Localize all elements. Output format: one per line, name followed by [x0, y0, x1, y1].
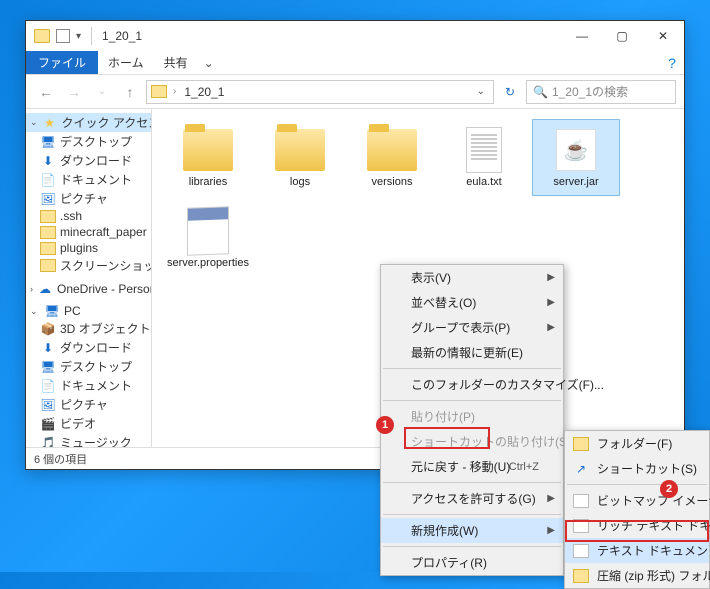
sub-rtf[interactable]: リッチ テキスト ドキュ	[565, 513, 709, 538]
ctx-paste: 貼り付け(P)	[381, 404, 563, 429]
notepad-icon	[187, 206, 229, 255]
separator	[567, 484, 707, 485]
search-icon: 🔍	[533, 85, 548, 99]
sidebar-3d[interactable]: 📦3D オブジェクト	[26, 319, 151, 338]
jar-icon: ☕	[556, 129, 596, 171]
ctx-new[interactable]: 新規作成(W)▶	[381, 518, 563, 543]
folder-icon	[275, 129, 325, 171]
sidebar-downloads2[interactable]: ⬇ダウンロード	[26, 338, 151, 357]
search-field[interactable]: 🔍 1_20_1の検索	[526, 80, 676, 104]
ctx-customize[interactable]: このフォルダーのカスタマイズ(F)...	[381, 372, 563, 397]
titlebar-chevron[interactable]: ▾	[76, 31, 81, 42]
breadcrumb-sep: ›	[171, 86, 178, 97]
sidebar: ⌄★クイック アクセス 🖥デスクトップ ⬇ダウンロード 📄ドキュメント 🖼ピクチ…	[26, 109, 152, 447]
sub-shortcut[interactable]: ↗ショートカット(S)	[565, 456, 709, 481]
nav-up[interactable]: ↑	[118, 80, 142, 104]
ctx-props[interactable]: プロパティ(R)	[381, 550, 563, 575]
titlebar: ▾ 1_20_1 — ▢ ✕	[26, 21, 684, 51]
file-item-serverjar[interactable]: ☕server.jar	[532, 119, 620, 196]
context-menu: 表示(V)▶ 並べ替え(O)▶ グループで表示(P)▶ 最新の情報に更新(E) …	[380, 264, 564, 576]
help-icon[interactable]: ?	[660, 51, 684, 74]
sub-txt[interactable]: テキスト ドキュメント	[565, 538, 709, 563]
sidebar-ssh[interactable]: .ssh	[26, 208, 151, 224]
address-dropdown[interactable]: ⌄	[473, 86, 489, 97]
separator	[383, 514, 561, 515]
folder-icon	[151, 85, 167, 98]
new-submenu: フォルダー(F) ↗ショートカット(S) ビットマップ イメージ リッチ テキス…	[564, 430, 710, 589]
sub-zip[interactable]: 圧縮 (zip 形式) フォルダー	[565, 563, 709, 588]
menubar: ファイル ホーム 共有 ⌄ ?	[26, 51, 684, 75]
close-button[interactable]: ✕	[642, 21, 684, 51]
folder-icon	[367, 129, 417, 171]
separator	[383, 400, 561, 401]
minimize-button[interactable]: —	[562, 21, 602, 51]
sidebar-documents[interactable]: 📄ドキュメント	[26, 170, 151, 189]
item-count: 6 個の項目	[34, 451, 87, 467]
window-icon	[34, 29, 50, 43]
nav-recent[interactable]: ⌄	[90, 80, 114, 104]
home-tab[interactable]: ホーム	[98, 51, 154, 74]
breadcrumb-current[interactable]: 1_20_1	[182, 85, 226, 99]
ctx-sort[interactable]: 並べ替え(O)▶	[381, 290, 563, 315]
sidebar-mc-paper[interactable]: minecraft_paper	[26, 224, 151, 240]
sidebar-video[interactable]: 🎬ビデオ	[26, 414, 151, 433]
file-item-serverprop[interactable]: server.properties	[164, 200, 252, 277]
sub-bitmap[interactable]: ビットマップ イメージ	[565, 488, 709, 513]
ctx-undo[interactable]: 元に戻す - 移動(U)Ctrl+Z	[381, 454, 563, 479]
search-placeholder: 1_20_1の検索	[552, 83, 628, 100]
file-item-libraries[interactable]: libraries	[164, 119, 252, 196]
ctx-refresh[interactable]: 最新の情報に更新(E)	[381, 340, 563, 365]
sidebar-pictures[interactable]: 🖼ピクチャ	[26, 189, 151, 208]
sidebar-desktop[interactable]: 🖥デスクトップ	[26, 132, 151, 151]
folder-icon	[573, 437, 589, 451]
annotation-badge-2: 2	[660, 480, 678, 498]
bitmap-icon	[573, 494, 589, 508]
sidebar-plugins[interactable]: plugins	[26, 240, 151, 256]
ctx-give-access[interactable]: アクセスを許可する(G)▶	[381, 486, 563, 511]
share-tab[interactable]: 共有	[154, 51, 198, 74]
folder-icon	[183, 129, 233, 171]
shortcut-icon: ↗	[573, 462, 589, 476]
ctx-view[interactable]: 表示(V)▶	[381, 265, 563, 290]
annotation-badge-1: 1	[376, 416, 394, 434]
sidebar-pc[interactable]: ⌄🖥PC	[26, 303, 151, 319]
sidebar-music[interactable]: 🎵ミュージック	[26, 433, 151, 447]
ctx-group[interactable]: グループで表示(P)▶	[381, 315, 563, 340]
zip-icon	[573, 569, 589, 583]
file-item-eula[interactable]: eula.txt	[440, 119, 528, 196]
refresh-button[interactable]: ↻	[498, 85, 522, 99]
file-tab[interactable]: ファイル	[26, 51, 98, 74]
sidebar-screenshots[interactable]: スクリーンショット	[26, 256, 151, 275]
nav-forward[interactable]: →	[62, 80, 86, 104]
sidebar-desktop2[interactable]: 🖥デスクトップ	[26, 357, 151, 376]
nav-back[interactable]: ←	[34, 80, 58, 104]
sidebar-onedrive[interactable]: ›☁OneDrive - Person	[26, 281, 151, 297]
txt-icon	[573, 544, 589, 558]
separator	[383, 368, 561, 369]
address-field[interactable]: › 1_20_1 ⌄	[146, 80, 494, 104]
file-item-versions[interactable]: versions	[348, 119, 436, 196]
addressbar: ← → ⌄ ↑ › 1_20_1 ⌄ ↻ 🔍 1_20_1の検索	[26, 75, 684, 109]
separator	[383, 546, 561, 547]
titlebar-checkbox[interactable]	[56, 29, 70, 43]
sidebar-quick-access[interactable]: ⌄★クイック アクセス	[26, 113, 151, 132]
maximize-button[interactable]: ▢	[602, 21, 642, 51]
ribbon-expand-down[interactable]: ⌄	[198, 51, 220, 74]
text-file-icon	[466, 127, 502, 173]
separator	[383, 482, 561, 483]
sidebar-downloads[interactable]: ⬇ダウンロード	[26, 151, 151, 170]
sub-folder[interactable]: フォルダー(F)	[565, 431, 709, 456]
divider	[91, 27, 92, 45]
sidebar-pictures2[interactable]: 🖼ピクチャ	[26, 395, 151, 414]
sidebar-documents2[interactable]: 📄ドキュメント	[26, 376, 151, 395]
explorer-window: ▾ 1_20_1 — ▢ ✕ ファイル ホーム 共有 ⌄ ? ← → ⌄ ↑ ›…	[25, 20, 685, 470]
file-item-logs[interactable]: logs	[256, 119, 344, 196]
rtf-icon	[573, 519, 589, 533]
window-title: 1_20_1	[102, 29, 142, 43]
ctx-paste-shortcut: ショートカットの貼り付け(S)	[381, 429, 563, 454]
